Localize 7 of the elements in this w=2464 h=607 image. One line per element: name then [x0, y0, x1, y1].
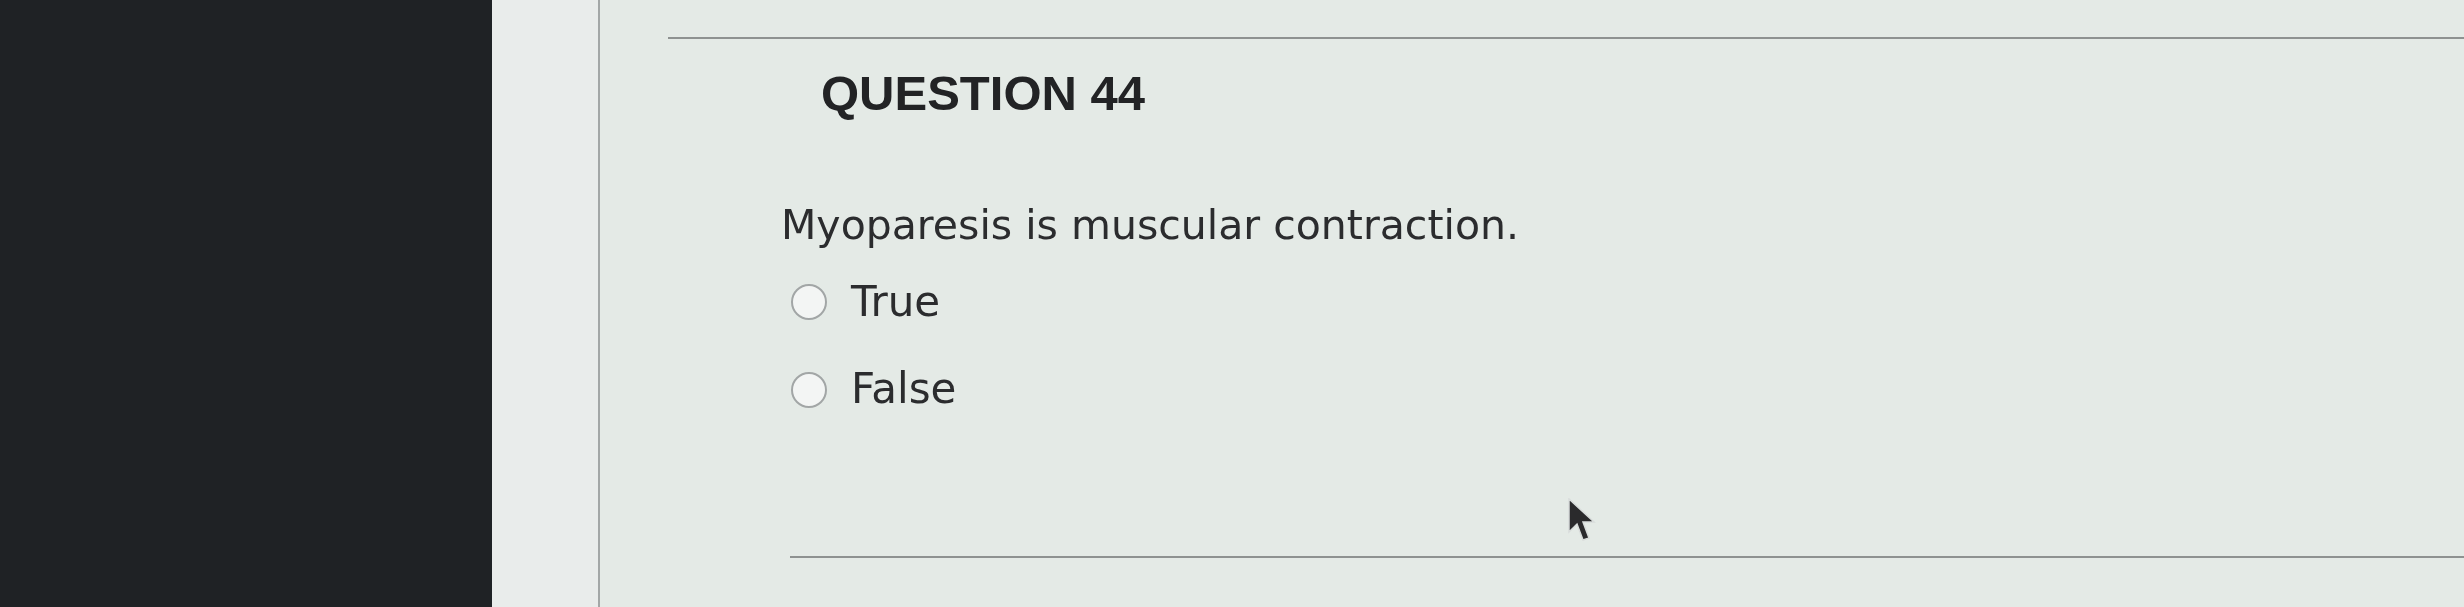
radio-button[interactable] — [791, 284, 827, 321]
question-text: Myoparesis is muscular contraction. — [781, 200, 1519, 250]
radio-button[interactable] — [791, 371, 827, 408]
option-label[interactable]: True — [851, 277, 941, 328]
option-label[interactable]: False — [851, 364, 957, 415]
question-title: QUESTION 44 — [821, 65, 1146, 122]
mouse-pointer-icon — [1568, 498, 1596, 542]
